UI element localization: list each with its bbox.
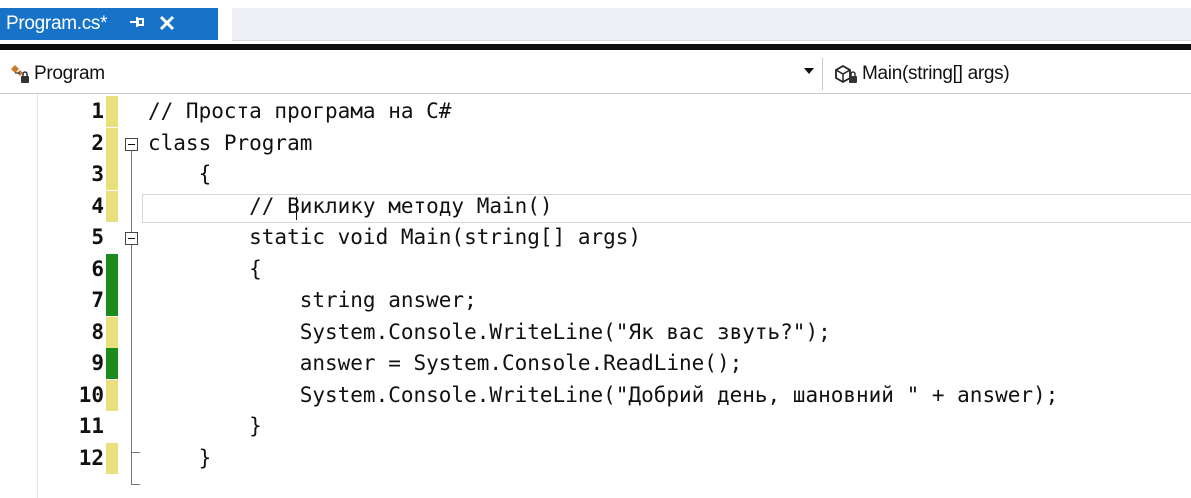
code-line[interactable]: 11 } — [0, 411, 1191, 442]
tab-title: Program.cs* — [6, 13, 108, 34]
code-line[interactable]: 7 string answer; — [0, 285, 1191, 316]
code-line[interactable]: 2 class Program — [0, 127, 1191, 159]
code-line[interactable]: 5 static void Main(string[] args) — [0, 222, 1191, 253]
line-number: 2 — [91, 130, 104, 155]
member-selector-dropdown[interactable]: Main(string[] args) — [826, 59, 1186, 89]
code-line[interactable]: 8 System.Console.WriteLine("Як вас звуть… — [0, 316, 1191, 348]
line-number: 1 — [91, 99, 104, 123]
unsaved-change-marker — [106, 159, 118, 190]
tab-strip-underline — [0, 44, 1191, 50]
unsaved-change-marker — [106, 190, 118, 222]
document-tab-program-cs[interactable]: Program.cs* — [0, 8, 218, 40]
code-line[interactable]: 6 { — [0, 253, 1191, 285]
code-line[interactable]: 3 { — [0, 159, 1191, 190]
code-text: System.Console.WriteLine("Добрий день, ш… — [148, 382, 1059, 407]
pin-icon[interactable] — [129, 15, 145, 33]
unsaved-change-marker — [106, 379, 118, 411]
code-text: { — [148, 256, 262, 281]
method-icon — [832, 62, 860, 86]
unsaved-change-marker — [106, 442, 118, 474]
code-text: class Program — [148, 130, 313, 155]
line-number: 12 — [78, 445, 104, 470]
code-text: // Проста програма на C# — [148, 99, 452, 123]
type-selector-value: Program — [34, 63, 105, 84]
code-text: // Виклику методу Main() — [148, 193, 553, 218]
code-line[interactable]: 10 System.Console.WriteLine("Добрий день… — [0, 379, 1191, 411]
saved-change-marker — [106, 348, 118, 379]
line-number: 6 — [91, 256, 104, 281]
line-number: 11 — [78, 414, 104, 438]
code-text: } — [148, 445, 212, 470]
line-number: 7 — [91, 288, 104, 312]
line-number: 4 — [91, 193, 104, 218]
unsaved-change-marker — [106, 96, 118, 127]
unsaved-change-marker — [106, 316, 118, 348]
code-text: answer = System.Console.ReadLine(); — [148, 351, 743, 375]
outline-end-class — [131, 484, 140, 485]
code-line[interactable]: 4 // Виклику методу Main() — [0, 190, 1191, 222]
code-line[interactable]: 12 } — [0, 442, 1191, 474]
code-line[interactable]: 1 // Проста програма на C# — [0, 96, 1191, 127]
line-number: 5 — [91, 225, 104, 249]
navigation-bar: Program Main(string[] args) — [0, 56, 1191, 94]
code-text: string answer; — [148, 288, 477, 312]
tab-strip-empty-area — [232, 8, 1191, 41]
type-selector-dropdown[interactable]: Program — [0, 59, 822, 89]
code-text: System.Console.WriteLine("Як вас звуть?"… — [148, 319, 831, 344]
code-text: static void Main(string[] args) — [148, 225, 642, 249]
line-number: 9 — [91, 351, 104, 375]
code-text: { — [148, 162, 212, 186]
saved-change-marker — [106, 253, 118, 285]
close-icon[interactable] — [159, 13, 175, 35]
document-tab-strip: Program.cs* — [0, 0, 1191, 50]
unsaved-change-marker — [106, 127, 118, 159]
line-number: 3 — [91, 162, 104, 186]
code-line[interactable]: 9 answer = System.Console.ReadLine(); — [0, 348, 1191, 379]
class-icon — [8, 63, 32, 85]
line-number: 8 — [91, 319, 104, 344]
code-text: } — [148, 414, 262, 438]
chevron-down-icon[interactable] — [804, 68, 814, 74]
code-editor[interactable]: 1 // Проста програма на C# 2 class Program 3… — [0, 94, 1191, 498]
navbar-divider — [822, 58, 823, 90]
line-number: 10 — [78, 382, 104, 407]
saved-change-marker — [106, 285, 118, 316]
member-selector-value: Main(string[] args) — [862, 63, 1010, 84]
